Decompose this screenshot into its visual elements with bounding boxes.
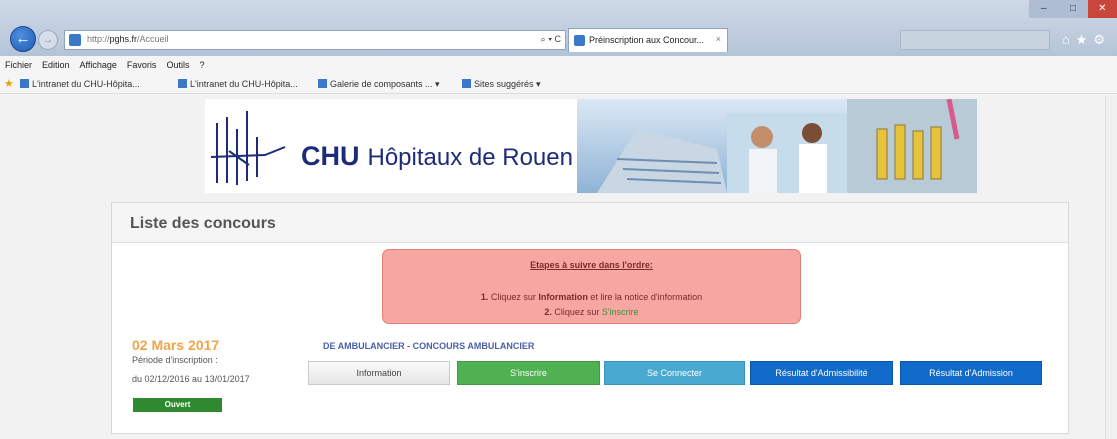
minimize-button[interactable]: – <box>1029 0 1059 18</box>
panel-header: Liste des concours <box>112 203 1068 243</box>
menu-fichier[interactable]: Fichier <box>0 56 37 70</box>
concours-date: 02 Mars 2017 <box>132 337 220 353</box>
tab-favicon-icon <box>574 35 585 46</box>
browser-tab-active[interactable]: Préinscription aux Concour... × <box>568 28 728 52</box>
page-scrollbar[interactable] <box>1105 96 1117 439</box>
address-tools-icons[interactable]: ⌕ ▾ C <box>541 34 561 45</box>
page-icon <box>20 79 29 88</box>
concours-name: DE AMBULANCIER - CONCOURS AMBULANCIER <box>315 337 659 353</box>
favorite-link[interactable]: L'intranet du CHU-Hôpita... <box>20 79 140 89</box>
page-icon <box>318 79 327 88</box>
resultat-admission-button[interactable]: Résultat d'Admission <box>900 361 1042 385</box>
concours-panel: Liste des concours Etapes à suivre dans … <box>111 202 1069 434</box>
inscrire-button[interactable]: S'inscrire <box>457 361 600 385</box>
step-2: 2. Cliquez sur S'inscrire <box>544 307 639 317</box>
home-star-gear-icons[interactable]: ⌂★⚙ <box>1062 32 1111 48</box>
information-button[interactable]: Information <box>308 361 450 385</box>
favorites-bar: ★ L'intranet du CHU-Hôpita... L'intranet… <box>0 74 1117 94</box>
forward-button[interactable]: → <box>38 30 58 50</box>
new-tab-area[interactable] <box>900 30 1050 50</box>
status-badge: Ouvert <box>133 398 222 412</box>
se-connecter-button[interactable]: Se Connecter <box>604 361 745 385</box>
period-range: du 02/12/2016 au 13/01/2017 <box>132 374 250 384</box>
back-button[interactable]: ← <box>10 26 36 52</box>
browser-titlebar: ← → http://pghs.fr/Accueil ⌕ ▾ C Préinsc… <box>0 0 1117 56</box>
address-bar[interactable]: http://pghs.fr/Accueil ⌕ ▾ C <box>64 30 566 50</box>
brand-name: CHU Hôpitaux de Rouen <box>301 141 573 171</box>
period-label: Période d'inscription : <box>132 355 218 365</box>
window-controls: – □ ✕ <box>1029 0 1117 20</box>
address-url: http://pghs.fr/Accueil <box>87 34 169 44</box>
step-2-link[interactable]: S'inscrire <box>602 307 639 317</box>
tab-close-icon[interactable]: × <box>716 34 721 44</box>
menu-edition[interactable]: Edition <box>37 56 75 70</box>
menu-affichage[interactable]: Affichage <box>75 56 122 70</box>
resultat-admissibilite-button[interactable]: Résultat d'Admissibilité <box>750 361 893 385</box>
steps-alert: Etapes à suivre dans l'ordre: 1. Cliquez… <box>382 249 801 324</box>
menu-bar: Fichier Edition Affichage Favoris Outils? <box>0 56 1117 74</box>
menu-help[interactable]: ? <box>194 56 209 70</box>
favorite-link[interactable]: L'intranet du CHU-Hôpita... <box>178 79 298 89</box>
site-banner: CHU Hôpitaux de Rouen <box>205 99 977 193</box>
favorites-star-icon[interactable]: ★ <box>4 77 14 90</box>
menu-favoris[interactable]: Favoris <box>122 56 162 70</box>
maximize-button[interactable]: □ <box>1058 0 1088 18</box>
panel-title: Liste des concours <box>130 215 276 232</box>
arrow-left-icon: ← <box>15 30 31 47</box>
chu-logo-icon <box>210 111 286 185</box>
step-1: 1. Cliquez sur Information et lire la no… <box>480 292 703 302</box>
page-icon <box>178 79 187 88</box>
steps-heading: Etapes à suivre dans l'ordre: <box>530 260 653 270</box>
favorite-link[interactable]: Galerie de composants ... ▾ <box>318 79 440 90</box>
tab-title: Préinscription aux Concour... <box>589 35 705 45</box>
banner-photos <box>577 99 977 193</box>
page-icon <box>462 79 471 88</box>
site-favicon-icon <box>69 34 81 46</box>
arrow-right-icon: → <box>42 34 54 46</box>
menu-outils[interactable]: Outils <box>161 56 194 70</box>
favorite-link[interactable]: Sites suggérés ▾ <box>462 79 541 90</box>
close-window-button[interactable]: ✕ <box>1087 0 1117 18</box>
